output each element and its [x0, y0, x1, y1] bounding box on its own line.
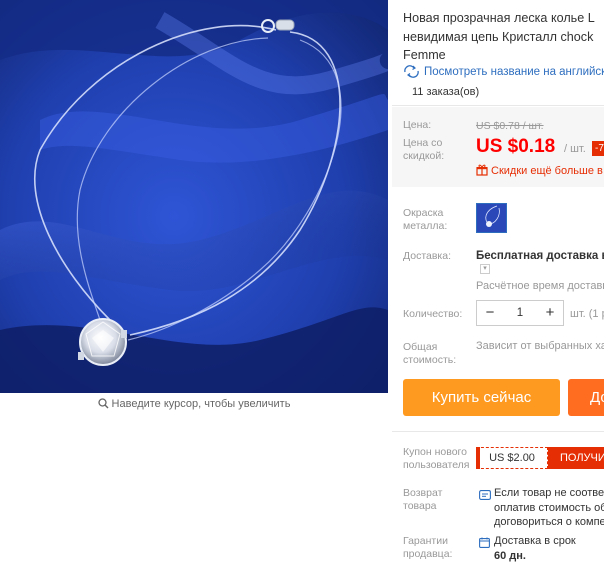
divider [392, 105, 604, 106]
zoom-hint: Наведите курсор, чтобы увеличить [0, 398, 388, 412]
quantity-increase-button[interactable]: + [537, 301, 563, 325]
returns-label: Возврат товара [403, 487, 443, 512]
discount-badge: -7 [592, 141, 604, 156]
color-label: Окраска металла: [403, 207, 448, 232]
magnifier-icon [97, 398, 109, 412]
delivery-estimate: Расчётное время доставк [476, 280, 604, 292]
add-to-cart-button[interactable]: До [568, 379, 604, 416]
translate-icon [403, 65, 420, 81]
extra-discount-text[interactable]: Скидки ещё больше в [491, 165, 603, 177]
coupon-edge [476, 447, 480, 469]
calendar-icon [479, 535, 490, 553]
buy-now-button[interactable]: Купить сейчас [403, 379, 560, 416]
guarantee-days: 60 дн. [494, 549, 526, 562]
quantity-label: Количество: [403, 308, 463, 320]
total-label: Общая стоимость: [403, 341, 457, 366]
gift-icon [476, 164, 488, 179]
get-coupon-button[interactable]: ПОЛУЧИ [548, 447, 604, 469]
total-value: Зависит от выбранных ха [476, 340, 604, 352]
old-price: US $0.78 / шт. [476, 120, 544, 132]
price-unit: / шт. [564, 143, 586, 155]
guarantee-label: Гарантии продавца: [403, 535, 453, 560]
chevron-down-icon[interactable]: ▾ [480, 264, 490, 274]
color-option-thumbnail[interactable] [476, 203, 507, 233]
quantity-input[interactable]: 1 [503, 301, 537, 325]
product-title: Новая прозрачная леска колье L невидимая… [403, 11, 595, 63]
quantity-unit: шт. (1 р [570, 308, 604, 320]
product-image[interactable] [0, 0, 388, 393]
discount-price: US $0.18 [476, 136, 556, 157]
returns-text: Если товар не соответ оплатив стоимость … [494, 487, 604, 528]
guarantee-delivery-text: Доставка в срок [494, 535, 576, 547]
divider [392, 431, 604, 432]
guarantee-text: Доставка в срок 60 дн. [494, 534, 576, 563]
quantity-stepper[interactable]: − 1 + [476, 300, 564, 326]
product-info-panel: Новая прозрачная леска колье L невидимая… [392, 0, 604, 580]
coupon-value: US $2.00 [476, 447, 548, 469]
extra-discount-link[interactable]: Скидки ещё больше в [476, 164, 603, 179]
orders-count: 11 заказа(ов) [412, 86, 480, 98]
translate-link-text[interactable]: Посмотреть название на английск [424, 66, 604, 78]
necklace-photo [0, 0, 388, 393]
quantity-decrease-button[interactable]: − [477, 301, 503, 325]
shipping-value: Бесплатная доставка в [476, 250, 604, 262]
product-page: Наведите курсор, чтобы увеличить Новая п… [0, 0, 604, 580]
price-label: Цена: [403, 119, 432, 131]
discount-price-label: Цена со скидкой: [403, 137, 445, 162]
coupon-label: Купон нового пользователя [403, 446, 470, 471]
return-policy-icon [479, 487, 491, 505]
translate-title-link[interactable]: Посмотреть название на английск [403, 65, 604, 81]
shipping-label: Доставка: [403, 250, 452, 262]
zoom-hint-text: Наведите курсор, чтобы увеличить [111, 398, 291, 410]
